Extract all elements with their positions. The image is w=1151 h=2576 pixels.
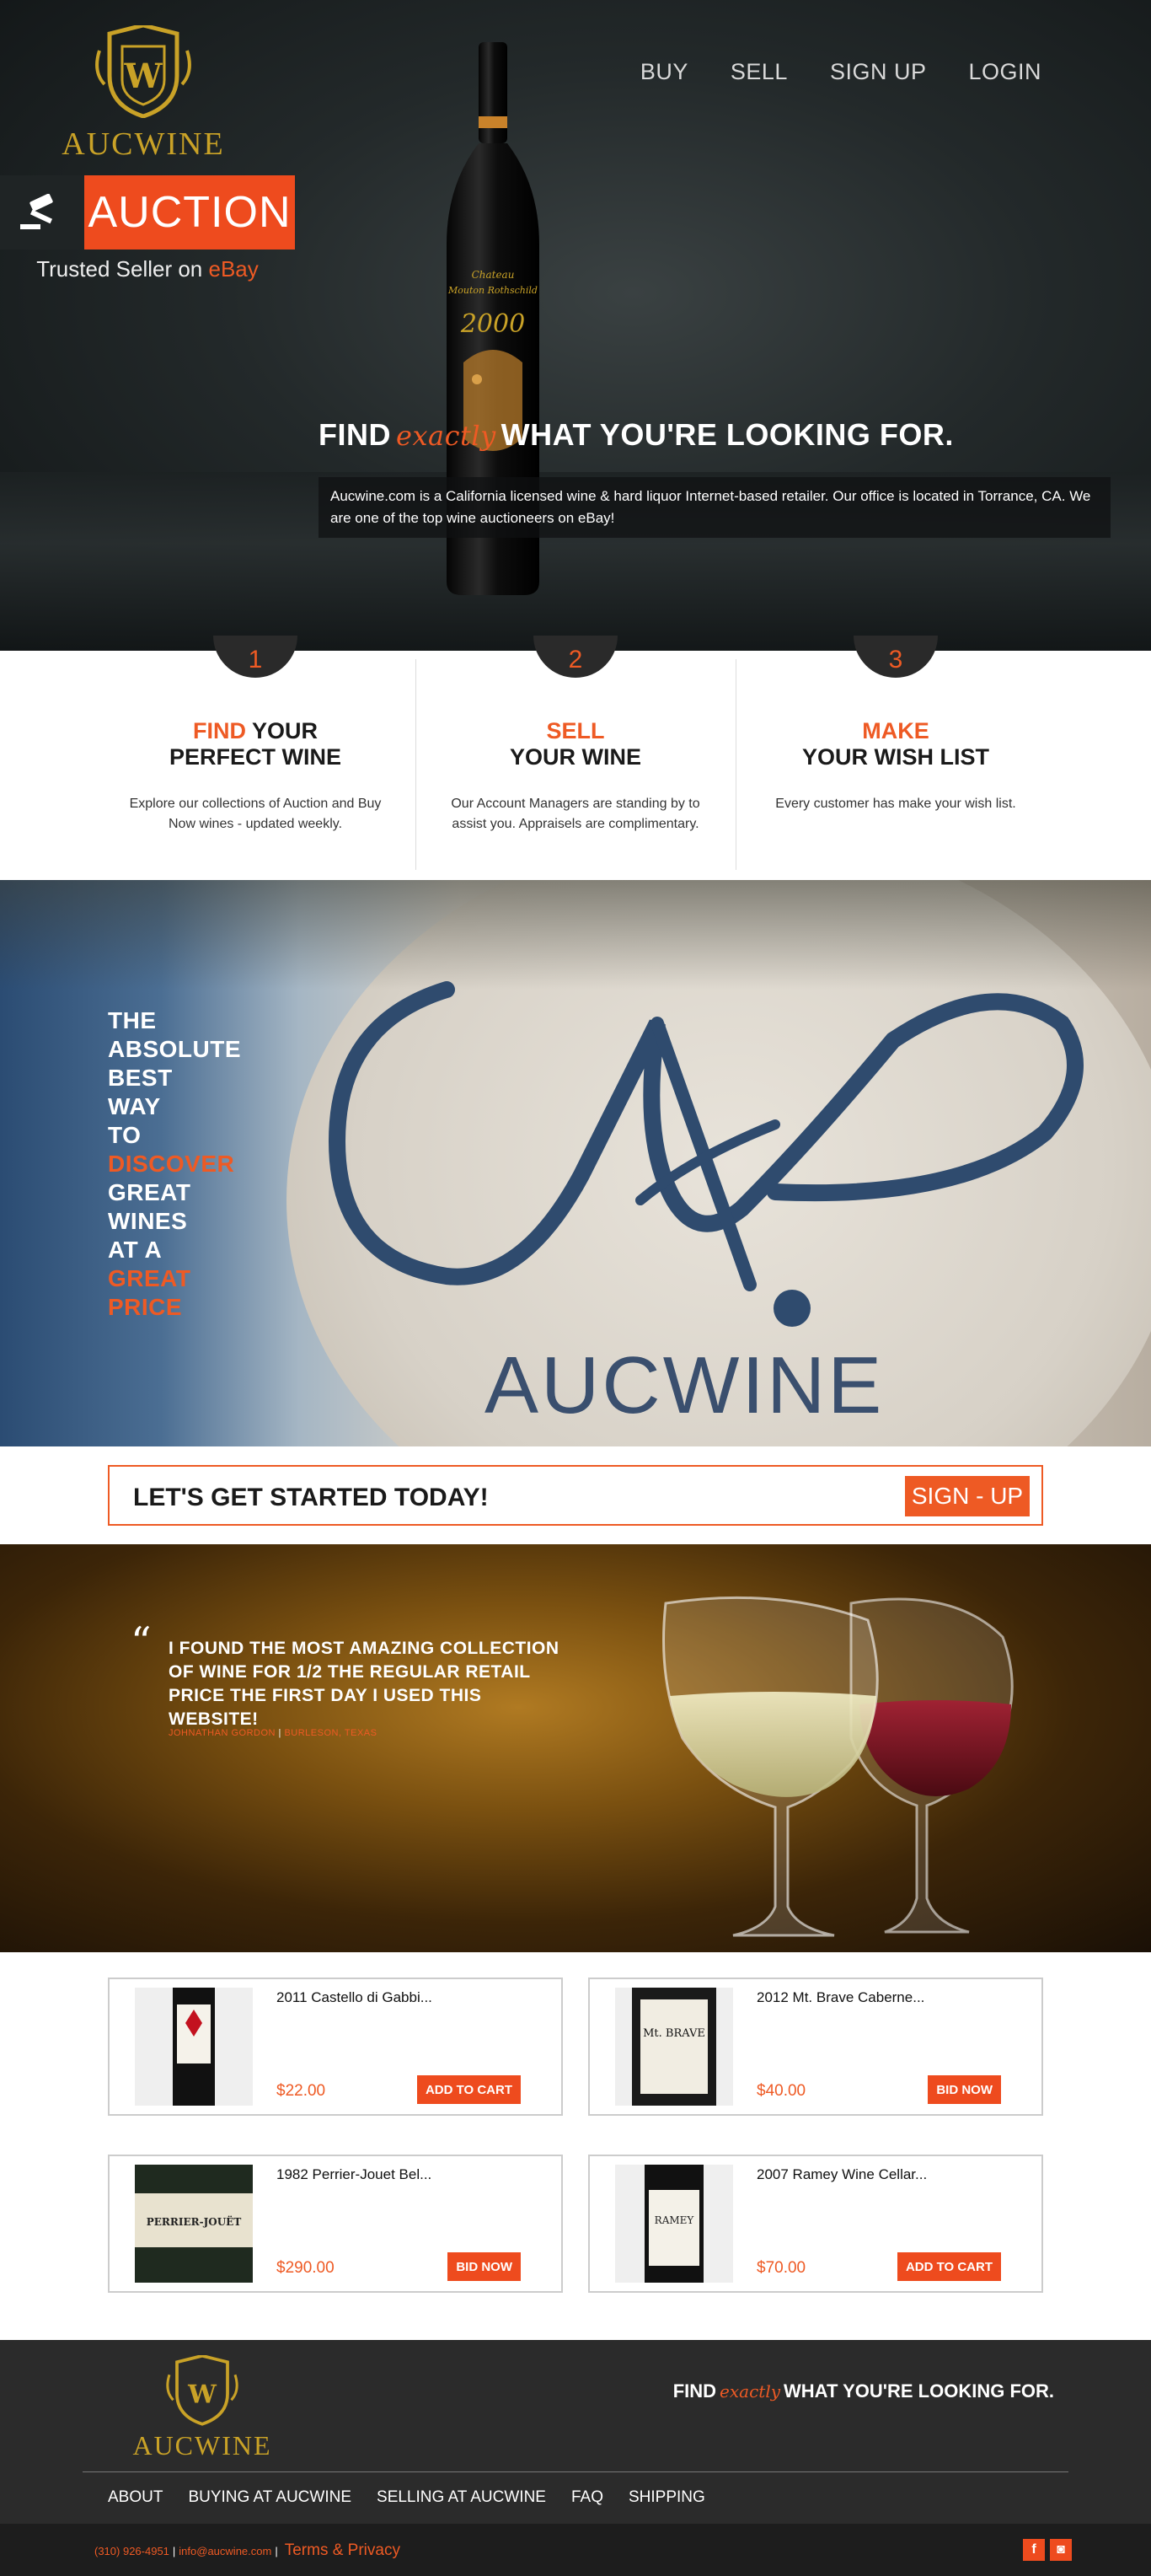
step-number: 3 [854,636,938,678]
trusted-prefix: Trusted Seller on [36,256,203,282]
sign-up-button[interactable]: SIGN - UP [905,1476,1030,1516]
footer-logo[interactable]: W AUCWINE [126,2353,278,2461]
footer-link-selling[interactable]: SELLING AT AUCWINE [377,2488,546,2507]
footer-link-about[interactable]: ABOUT [108,2488,163,2507]
step-text: Every customer has make your wish list. [775,797,1016,811]
product-card[interactable]: RAMEY 2007 Ramey Wine Cellar... $70.00 A… [588,2155,1043,2293]
bid-now-button[interactable]: BID NOW [447,2252,521,2281]
product-price: $290.00 [276,2259,335,2277]
footer: W AUCWINE FIND exactly WHAT YOU'RE LOOKING… [0,2340,1151,2524]
nav-sign-up[interactable]: SIGN UP [830,59,927,85]
nav-login[interactable]: LOGIN [968,59,1041,85]
trusted-seller-text: Trusted Seller on eBay [0,256,295,282]
footer-nav: ABOUT BUYING AT AUCWINE SELLING AT AUCWI… [108,2488,705,2507]
instagram-icon[interactable]: ◙ [1050,2539,1072,2561]
step-title: MAKE YOUR WISH LIST [802,718,989,770]
banner-slogan: THE ABSOLUTE BEST WAY TO DISCOVER GREAT … [108,1007,241,1320]
svg-text:RAMEY: RAMEY [655,2214,695,2226]
ebay-link[interactable]: eBay [209,256,259,282]
nav-sell[interactable]: SELL [731,59,788,85]
brand-banner: AUCWINE THE ABSOLUTE BEST WAY TO DISCOVE… [0,880,1151,1446]
bottom-bar: (310) 926-4951 | info@aucwine.com | Terms & … [0,2524,1151,2576]
testimonial-quote: I FOUND THE MOST AMAZING COLLECTION OF W… [169,1639,559,1729]
product-image: RAMEY [615,2165,733,2283]
bid-now-button[interactable]: BID NOW [928,2075,1001,2104]
auction-label: AUCTION [84,175,295,250]
hero-section: Chateau Mouton Rothschild 2000 W AUCWINE… [0,0,1151,651]
crest-icon: W [95,23,191,119]
crest-icon: W [166,2353,238,2426]
step-title: SELL YOUR WINE [509,718,641,770]
quote-icon: “ [131,1618,152,1666]
product-image: Mt. BRAVE [615,1988,733,2106]
product-card[interactable]: PERRIER-JOUËT 1982 Perrier-Jouet Bel... … [108,2155,563,2293]
steps-section: 1 FIND YOUR PERFECT WINE Explore our col… [0,636,1151,880]
step-find[interactable]: 1 FIND YOUR PERFECT WINE Explore our col… [95,636,415,872]
headline-pre: FIND [319,417,391,452]
phone-number[interactable]: (310) 926-4951 [94,2545,169,2557]
svg-text:W: W [124,56,163,96]
product-name[interactable]: 2011 Castello di Gabbi... [276,1989,432,2006]
footer-link-shipping[interactable]: SHIPPING [629,2488,705,2507]
step-title: FIND YOUR PERFECT WINE [169,718,341,770]
footer-tagline: FIND exactly WHAT YOU'RE LOOKING FOR. [672,2380,1054,2402]
step-text: Our Account Managers are standing by to … [451,797,700,831]
email-link[interactable]: info@aucwine.com [179,2545,271,2557]
product-card[interactable]: Mt. BRAVE 2012 Mt. Brave Caberne... $40.… [588,1978,1043,2116]
auction-badge[interactable]: AUCTION [0,175,295,250]
headline-script: exactly [396,420,496,452]
hero-description: Aucwine.com is a California licensed win… [319,477,1111,538]
svg-text:PERRIER-JOUËT: PERRIER-JOUËT [147,2215,242,2228]
product-image: PERRIER-JOUËT [135,2165,253,2283]
logo-wordmark: AUCWINE [62,126,225,162]
facebook-icon[interactable]: f [1023,2539,1045,2561]
product-card[interactable]: 2011 Castello di Gabbi... $22.00 ADD TO … [108,1978,563,2116]
step-wishlist[interactable]: 3 MAKE YOUR WISH LIST Every customer has… [736,636,1056,872]
cta-text: LET'S GET STARTED TODAY! [133,1484,489,1511]
step-text: Explore our collections of Auction and B… [129,797,382,831]
step-sell[interactable]: 2 SELL YOUR WINE Our Account Managers ar… [415,636,736,872]
wine-glasses-image [662,1596,1014,1937]
product-price: $70.00 [757,2259,806,2277]
testimonial-author: JOHNATHAN GORDON | BURLESON, TEXAS [169,1728,377,1738]
product-name[interactable]: 2012 Mt. Brave Caberne... [757,1989,924,2006]
bottle-label-line2: Mouton Rothschild [447,285,538,296]
product-image [135,1988,253,2106]
contact-info: (310) 926-4951 | info@aucwine.com | Terms & … [94,2541,400,2559]
svg-text:Mt. BRAVE: Mt. BRAVE [643,2027,705,2040]
add-to-cart-button[interactable]: ADD TO CART [897,2252,1001,2281]
hero-headline: FIND exactly WHAT YOU'RE LOOKING FOR. [319,417,954,453]
site-logo[interactable]: W AUCWINE [59,23,228,163]
svg-text:W: W [187,2380,217,2409]
aw-monogram-icon [328,981,1084,1327]
main-nav: BUY SELL SIGN UP LOGIN [640,59,1041,85]
social-links: f ◙ [1023,2539,1072,2561]
bottle-label-year: 2000 [460,309,525,339]
footer-link-faq[interactable]: FAQ [571,2488,603,2507]
step-number: 2 [533,636,618,678]
product-name[interactable]: 1982 Perrier-Jouet Bel... [276,2166,431,2183]
nav-buy[interactable]: BUY [640,59,688,85]
headline-post: WHAT YOU'RE LOOKING FOR. [501,417,954,452]
footer-link-buying[interactable]: BUYING AT AUCWINE [188,2488,351,2507]
add-to-cart-button[interactable]: ADD TO CART [416,2075,521,2104]
footer-wordmark: AUCWINE [132,2430,272,2461]
bottle-label-line1: Chateau [472,269,515,281]
terms-link[interactable]: Terms & Privacy [285,2541,400,2559]
step-number: 1 [213,636,297,678]
footer-divider [83,2471,1068,2472]
product-price: $22.00 [276,2082,326,2100]
testimonial-section: “ I FOUND THE MOST AMAZING COLLECTION OF… [0,1544,1151,1952]
product-price: $40.00 [757,2082,806,2100]
signup-cta: LET'S GET STARTED TODAY! SIGN - UP [108,1465,1043,1526]
gavel-icon [0,175,84,250]
coaster-wordmark: AUCWINE [484,1340,885,1430]
product-name[interactable]: 2007 Ramey Wine Cellar... [757,2166,927,2183]
